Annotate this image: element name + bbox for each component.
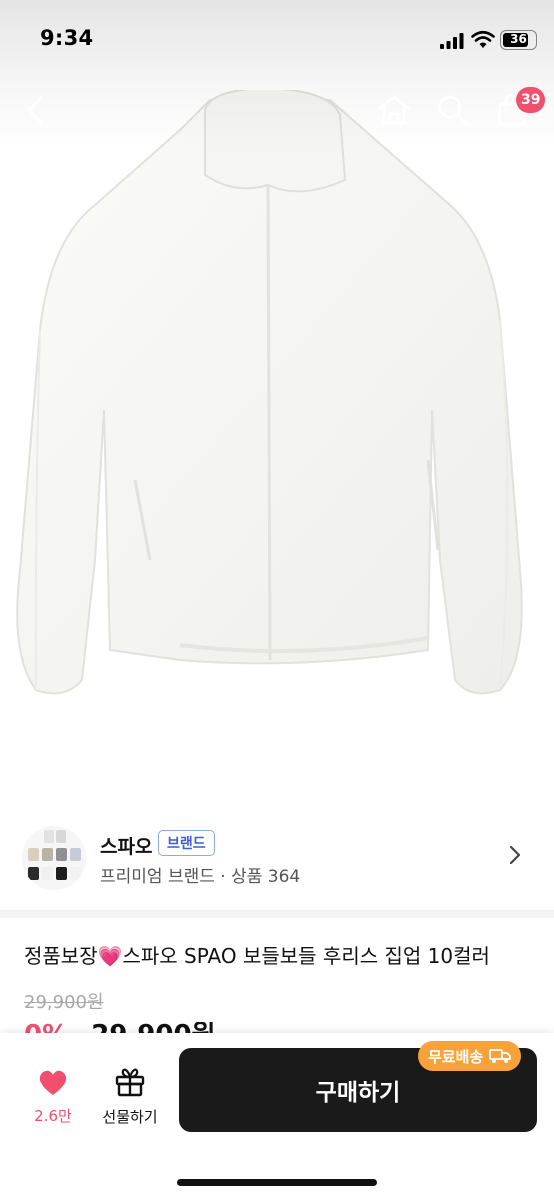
cellular-signal-icon	[440, 33, 464, 49]
search-button[interactable]	[431, 88, 475, 132]
home-icon	[378, 95, 410, 125]
home-button[interactable]	[372, 88, 416, 132]
buy-button-label: 구매하기	[315, 1080, 401, 1106]
status-bar: 9:34 36	[0, 0, 554, 80]
original-price: 29,900원	[24, 992, 104, 1013]
battery-icon: 36	[500, 30, 537, 50]
gift-icon	[115, 1068, 145, 1097]
section-divider	[0, 910, 554, 918]
product-title: 정품보장💗스파오 SPAO 보들보들 후리스 집업 10컬러	[24, 944, 490, 968]
shop-subtitle: 프리미엄 브랜드 · 상품 364	[100, 867, 301, 887]
truck-icon	[489, 1049, 512, 1063]
shop-row[interactable]: 스파오 브랜드 프리미엄 브랜드 · 상품 364	[0, 812, 554, 902]
like-button[interactable]: 2.6만	[24, 1069, 82, 1126]
shop-avatar	[22, 826, 86, 890]
shop-name: 스파오	[100, 836, 153, 858]
product-image-jacket	[16, 90, 523, 695]
like-count: 2.6만	[34, 1107, 72, 1125]
cart-count-badge: 39	[516, 87, 546, 113]
battery-level: 36	[510, 32, 527, 46]
gift-label: 선물하기	[102, 1108, 158, 1126]
search-icon	[438, 95, 469, 126]
heart-icon	[39, 1070, 67, 1095]
status-time: 9:34	[40, 26, 94, 50]
gift-button[interactable]: 선물하기	[96, 1067, 164, 1127]
free-shipping-label: 무료배송	[428, 1047, 484, 1066]
chevron-left-icon	[27, 96, 43, 124]
chevron-right-icon	[509, 845, 521, 865]
free-shipping-badge: 무료배송	[418, 1041, 522, 1071]
bottom-action-bar: 2.6만 선물하기 구매하기 무료배송	[0, 1033, 554, 1200]
brand-badge: 브랜드	[158, 830, 215, 856]
home-indicator	[177, 1179, 377, 1186]
back-button[interactable]	[14, 88, 58, 132]
wifi-icon	[471, 30, 495, 48]
